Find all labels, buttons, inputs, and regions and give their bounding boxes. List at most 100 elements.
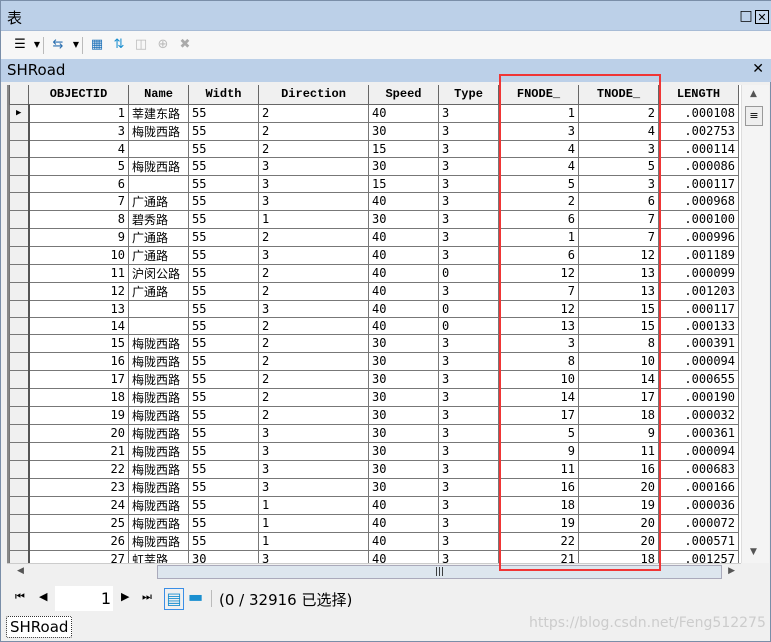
cell-direction[interactable]: 2 bbox=[258, 121, 369, 141]
cell-direction[interactable]: 2 bbox=[258, 263, 369, 283]
cell-speed[interactable]: 30 bbox=[368, 333, 439, 353]
row-selector[interactable] bbox=[9, 405, 30, 425]
cell-type[interactable]: 3 bbox=[438, 333, 499, 353]
cell-type[interactable]: 3 bbox=[438, 174, 499, 193]
table-row[interactable]: 13 55 3 40 0 12 15.000117 bbox=[9, 299, 739, 318]
cell-speed[interactable]: 40 bbox=[368, 549, 439, 563]
cell-width[interactable]: 55 bbox=[188, 121, 259, 141]
cell-tnode[interactable]: 15 bbox=[578, 299, 659, 318]
cell-length[interactable]: .000361 bbox=[658, 423, 739, 443]
cell-width[interactable]: 30 bbox=[188, 549, 259, 563]
cell-type[interactable]: 3 bbox=[438, 513, 499, 533]
row-selector[interactable] bbox=[9, 387, 30, 407]
cell-direction[interactable]: 2 bbox=[258, 139, 369, 158]
cell-width[interactable]: 55 bbox=[188, 174, 259, 193]
cell-name[interactable]: 广通路 bbox=[128, 191, 189, 211]
cell-speed[interactable]: 30 bbox=[368, 477, 439, 497]
cell-width[interactable]: 55 bbox=[188, 441, 259, 461]
cell-type[interactable]: 3 bbox=[438, 459, 499, 479]
cell-objectid[interactable]: 5 bbox=[28, 156, 129, 176]
cell-tnode[interactable]: 13 bbox=[578, 263, 659, 283]
cell-type[interactable]: 3 bbox=[438, 477, 499, 497]
cell-width[interactable]: 55 bbox=[188, 227, 259, 247]
next-record-icon[interactable]: ▶ bbox=[121, 590, 129, 603]
cell-fnode[interactable]: 10 bbox=[498, 369, 579, 389]
cell-speed[interactable]: 30 bbox=[368, 387, 439, 407]
cell-direction[interactable]: 2 bbox=[258, 405, 369, 425]
cell-length[interactable]: .000391 bbox=[658, 333, 739, 353]
cell-name[interactable]: 广通路 bbox=[128, 281, 189, 301]
row-selector[interactable] bbox=[9, 299, 30, 318]
cell-objectid[interactable]: 16 bbox=[28, 351, 129, 371]
scroll-down-icon[interactable]: ▼ bbox=[750, 547, 757, 557]
cell-type[interactable]: 3 bbox=[438, 387, 499, 407]
cell-direction[interactable]: 3 bbox=[258, 245, 369, 265]
cell-fnode[interactable]: 6 bbox=[498, 209, 579, 229]
cell-length[interactable]: .002753 bbox=[658, 121, 739, 141]
cell-speed[interactable]: 40 bbox=[368, 316, 439, 335]
cell-tnode[interactable]: 20 bbox=[578, 513, 659, 533]
cell-type[interactable]: 3 bbox=[438, 121, 499, 141]
cell-objectid[interactable]: 17 bbox=[28, 369, 129, 389]
row-selector[interactable] bbox=[9, 174, 30, 193]
table-row[interactable]: 5 梅陇西路 55 3 30 3 4 5.000086 bbox=[9, 156, 739, 176]
table-row[interactable]: 12 广通路 55 2 40 3 7 13.001203 bbox=[9, 281, 739, 301]
cell-objectid[interactable]: 24 bbox=[28, 495, 129, 515]
column-header-width[interactable]: Width bbox=[188, 85, 259, 105]
row-selector[interactable] bbox=[9, 209, 30, 229]
cell-tnode[interactable]: 5 bbox=[578, 156, 659, 176]
cell-tnode[interactable]: 13 bbox=[578, 281, 659, 301]
cell-fnode[interactable]: 4 bbox=[498, 156, 579, 176]
cell-speed[interactable]: 15 bbox=[368, 139, 439, 158]
cell-tnode[interactable]: 4 bbox=[578, 121, 659, 141]
cell-tnode[interactable]: 20 bbox=[578, 531, 659, 551]
cell-width[interactable]: 55 bbox=[188, 459, 259, 479]
cell-type[interactable]: 3 bbox=[438, 156, 499, 176]
cell-name[interactable]: 梅陇西路 bbox=[128, 121, 189, 141]
table-row[interactable]: 19 梅陇西路 55 2 30 3 17 18.000032 bbox=[9, 405, 739, 425]
tab-shroad[interactable]: SHRoad bbox=[6, 616, 73, 638]
cell-objectid[interactable]: 19 bbox=[28, 405, 129, 425]
table-row[interactable]: 16 梅陇西路 55 2 30 3 8 10.000094 bbox=[9, 351, 739, 371]
cell-direction[interactable]: 1 bbox=[258, 513, 369, 533]
cell-direction[interactable]: 1 bbox=[258, 495, 369, 515]
cell-tnode[interactable]: 3 bbox=[578, 139, 659, 158]
cell-speed[interactable]: 30 bbox=[368, 209, 439, 229]
cell-width[interactable]: 55 bbox=[188, 351, 259, 371]
zoom-to-selected-icon[interactable]: ⊕ bbox=[154, 36, 172, 54]
row-selector[interactable] bbox=[9, 477, 30, 497]
cell-width[interactable]: 55 bbox=[188, 316, 259, 335]
cell-direction[interactable]: 3 bbox=[258, 549, 369, 563]
cell-fnode[interactable]: 5 bbox=[498, 423, 579, 443]
cell-type[interactable]: 3 bbox=[438, 245, 499, 265]
column-header-tnode[interactable]: TNODE_ bbox=[578, 85, 659, 105]
cell-speed[interactable]: 40 bbox=[368, 103, 439, 123]
table-row[interactable]: 8 碧秀路 55 1 30 3 6 7.000100 bbox=[9, 209, 739, 229]
cell-width[interactable]: 55 bbox=[188, 423, 259, 443]
cell-fnode[interactable]: 18 bbox=[498, 495, 579, 515]
cell-direction[interactable]: 2 bbox=[258, 103, 369, 123]
cell-tnode[interactable]: 8 bbox=[578, 333, 659, 353]
first-record-icon[interactable]: ⏮ bbox=[15, 590, 25, 604]
cell-direction[interactable]: 3 bbox=[258, 423, 369, 443]
cell-name[interactable]: 梅陇西路 bbox=[128, 441, 189, 461]
cell-speed[interactable]: 30 bbox=[368, 369, 439, 389]
row-selector[interactable]: ▶ bbox=[9, 103, 30, 123]
cell-fnode[interactable]: 22 bbox=[498, 531, 579, 551]
row-selector[interactable] bbox=[9, 549, 30, 563]
cell-width[interactable]: 55 bbox=[188, 281, 259, 301]
cell-objectid[interactable]: 3 bbox=[28, 121, 129, 141]
cell-direction[interactable]: 2 bbox=[258, 351, 369, 371]
scroll-right-icon[interactable]: ▶ bbox=[728, 566, 735, 576]
scroll-thumb[interactable]: ||| bbox=[157, 565, 722, 579]
cell-tnode[interactable]: 6 bbox=[578, 191, 659, 211]
cell-objectid[interactable]: 27 bbox=[28, 549, 129, 563]
cell-direction[interactable]: 3 bbox=[258, 459, 369, 479]
table-row[interactable]: 9 广通路 55 2 40 3 1 7.000996 bbox=[9, 227, 739, 247]
cell-speed[interactable]: 40 bbox=[368, 531, 439, 551]
cell-type[interactable]: 3 bbox=[438, 423, 499, 443]
cell-speed[interactable]: 40 bbox=[368, 299, 439, 318]
cell-length[interactable]: .000114 bbox=[658, 139, 739, 158]
cell-width[interactable]: 55 bbox=[188, 513, 259, 533]
cell-objectid[interactable]: 26 bbox=[28, 531, 129, 551]
